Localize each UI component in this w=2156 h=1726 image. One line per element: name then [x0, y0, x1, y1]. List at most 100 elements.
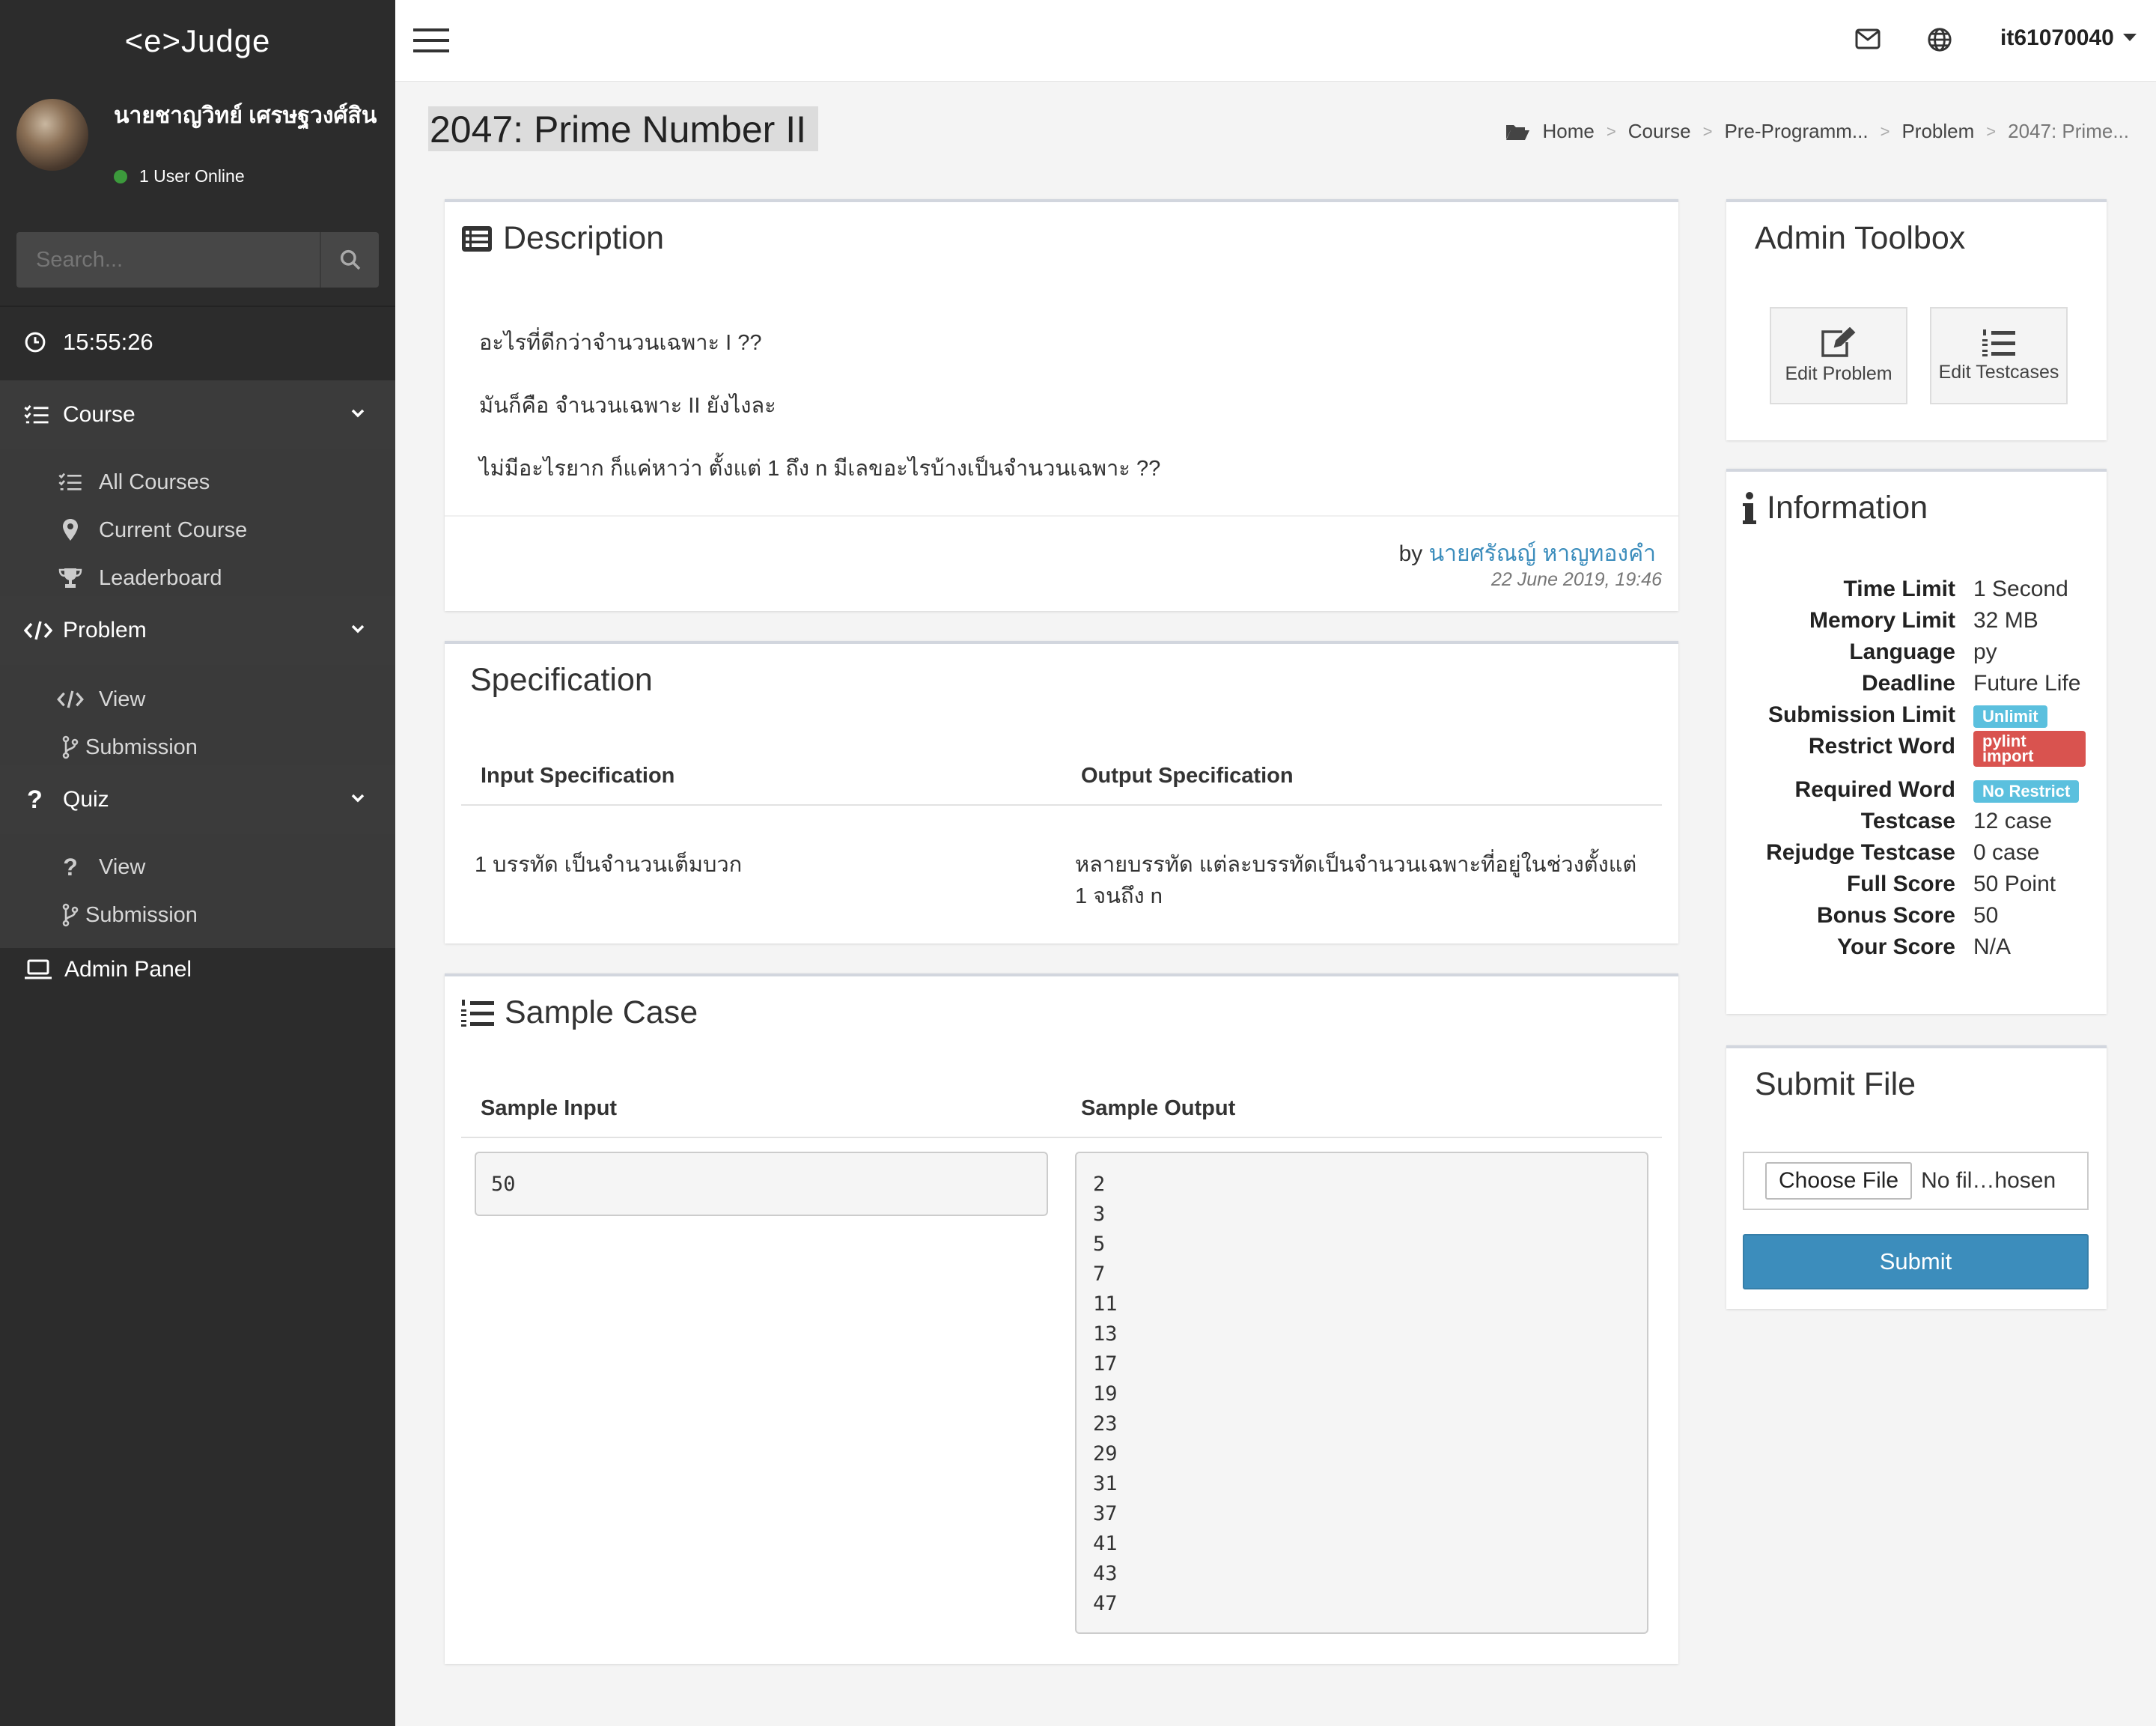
edit-testcases-button[interactable]: Edit Testcases: [1930, 307, 2068, 404]
info-row: Deadline Future Life: [1726, 671, 2104, 702]
submit-button[interactable]: Submit: [1743, 1234, 2089, 1289]
user-dropdown[interactable]: it61070040: [2000, 25, 2137, 51]
file-status: No fil…hosen: [1921, 1168, 2056, 1193]
clock-icon: [25, 332, 46, 353]
sample-output[interactable]: 2 3 5 7 11 13 17 19 23 29 31 37 41 43 47: [1075, 1152, 1648, 1634]
info-key: Language: [1849, 639, 1955, 664]
sidebar-item-problem-view[interactable]: View: [0, 675, 395, 723]
specification-box: Specification Input Specification Output…: [445, 641, 1678, 943]
description-line: มันก็คือ จำนวนเฉพาะ II ยังไงละ: [479, 394, 776, 418]
info-key: Rejudge Testcase: [1766, 840, 1955, 865]
info-value: 50: [1973, 903, 1999, 928]
envelope-icon[interactable]: [1855, 28, 1881, 49]
sidebar-item-label: Leaderboard: [99, 565, 222, 590]
user-panel: นายชาญวิทย์ เศรษฐวงศ์สิน 1 User Online: [0, 82, 395, 195]
breadcrumb-home[interactable]: Home: [1543, 120, 1595, 143]
chevron-down-icon: [351, 625, 365, 633]
description-line: ไม่มีอะไรยาก ก็แค่หาว่า ตั้งแต่ 1 ถึง n …: [479, 457, 1161, 481]
menu-quiz-items: ? View Submission: [0, 834, 395, 948]
avatar: [16, 99, 88, 171]
sidebar-item-label: Current Course: [99, 517, 248, 542]
info-key: Memory Limit: [1809, 608, 1955, 633]
information-title: Information: [1743, 490, 1928, 526]
menu-group-course: Course All Courses Current Course Leader…: [0, 380, 395, 611]
sidebar-item-label: Submission: [85, 902, 198, 927]
menu-problem[interactable]: Problem: [0, 596, 395, 665]
sample-output-line: 31: [1093, 1472, 1118, 1495]
sample-output-line: 13: [1093, 1322, 1118, 1346]
sidebar-item-all-courses[interactable]: All Courses: [0, 458, 395, 506]
menu-quiz-label: Quiz: [63, 787, 109, 812]
admin-toolbox: Admin Toolbox Edit Problem Edit Testcase…: [1726, 199, 2107, 440]
app-logo[interactable]: <e>Judge: [0, 0, 395, 82]
info-key: Deadline: [1861, 671, 1955, 696]
input-spec-header: Input Specification: [481, 764, 675, 788]
input-spec-text: 1 บรรทัด เป็นจำนวนเต็มบวก: [475, 853, 743, 877]
sidebar-item-quiz-view[interactable]: ? View: [0, 843, 395, 891]
edit-problem-label: Edit Problem: [1785, 362, 1892, 384]
info-value: 50 Point: [1973, 872, 2056, 896]
username: it61070040: [2000, 25, 2114, 50]
table-divider: [461, 804, 1662, 806]
edit-icon: [1821, 326, 1856, 357]
info-row: Full Score 50 Point: [1726, 872, 2104, 903]
info-key: Bonus Score: [1816, 903, 1955, 928]
sidebar-item-admin-panel[interactable]: Admin Panel: [24, 951, 192, 988]
author-prefix: by: [1398, 541, 1423, 566]
sample-case-box: Sample Case Sample Input Sample Output 5…: [445, 973, 1678, 1664]
hamburger-menu-icon[interactable]: [413, 27, 449, 54]
top-navbar: it61070040: [395, 0, 2156, 82]
choose-file-button[interactable]: Choose File: [1765, 1162, 1913, 1200]
sample-output-line: 19: [1093, 1382, 1118, 1406]
folder-open-icon: [1505, 124, 1529, 140]
info-row: Rejudge Testcase 0 case: [1726, 840, 2104, 872]
sample-output-line: 37: [1093, 1502, 1118, 1525]
author-link[interactable]: นายศรัณญ์ หาญทองคำ: [1429, 541, 1656, 566]
sidebar-item-leaderboard[interactable]: Leaderboard: [0, 554, 395, 602]
info-key: Required Word: [1794, 777, 1955, 802]
posted-date: 22 June 2019, 19:46: [1491, 569, 1662, 590]
code-icon: [57, 690, 84, 708]
info-row: Testcase 12 case: [1726, 809, 2104, 840]
search-input[interactable]: [16, 232, 320, 288]
breadcrumb-problem[interactable]: Problem: [1901, 120, 1974, 143]
sample-input[interactable]: 50: [475, 1152, 1048, 1216]
question-icon: ?: [27, 785, 43, 814]
output-spec-header: Output Specification: [1081, 764, 1294, 788]
info-row: Required Word No Restrict: [1726, 777, 2104, 809]
menu-quiz[interactable]: ? Quiz: [0, 765, 395, 834]
breadcrumb-course-name[interactable]: Pre-Programm...: [1724, 120, 1868, 143]
edit-problem-button[interactable]: Edit Problem: [1770, 307, 1907, 404]
sidebar-item-quiz-submission[interactable]: Submission: [0, 891, 395, 939]
code-branch-icon: [62, 735, 79, 759]
menu-course-label: Course: [63, 402, 135, 427]
info-value: 12 case: [1973, 809, 2053, 833]
menu-group-problem: Problem View Submission: [0, 596, 395, 779]
search-button[interactable]: [320, 232, 379, 288]
info-row: Memory Limit 32 MB: [1726, 608, 2104, 639]
submit-file-title: Submit File: [1755, 1066, 1916, 1102]
user-name: นายชาญวิทย์ เศรษฐวงศ์สิน: [114, 103, 377, 128]
clock-time: 15:55:26: [63, 329, 153, 355]
info-badge: Unlimit: [1973, 702, 2047, 728]
info-value: 1 Second: [1973, 577, 2068, 601]
menu-course[interactable]: Course: [0, 380, 395, 449]
sidebar-item-label: View: [99, 854, 146, 879]
info-row: Submission Limit Unlimit: [1726, 702, 2104, 734]
sidebar-item-current-course[interactable]: Current Course: [0, 506, 395, 554]
list-ol-icon: [1982, 329, 2015, 356]
info-row: Bonus Score 50: [1726, 903, 2104, 935]
info-value: 32 MB: [1973, 608, 2038, 633]
sample-output-line: 29: [1093, 1442, 1118, 1465]
menu-group-quiz: ? Quiz ? View Submission: [0, 765, 395, 948]
globe-icon[interactable]: [1927, 27, 1952, 52]
info-row: Restrict Word pylint import: [1726, 731, 2104, 767]
sidebar-item-problem-submission[interactable]: Submission: [0, 723, 395, 771]
sidebar-item-label: Submission: [85, 735, 198, 759]
breadcrumb-course[interactable]: Course: [1628, 120, 1691, 143]
info-badge: No Restrict: [1973, 777, 2080, 803]
sample-output-line: 43: [1093, 1562, 1118, 1585]
sidebar-item-label: View: [99, 687, 146, 711]
sample-case-title-text: Sample Case: [505, 994, 698, 1030]
author-line: by นายศรัณญ์ หาญทองคำ: [1399, 536, 1656, 571]
